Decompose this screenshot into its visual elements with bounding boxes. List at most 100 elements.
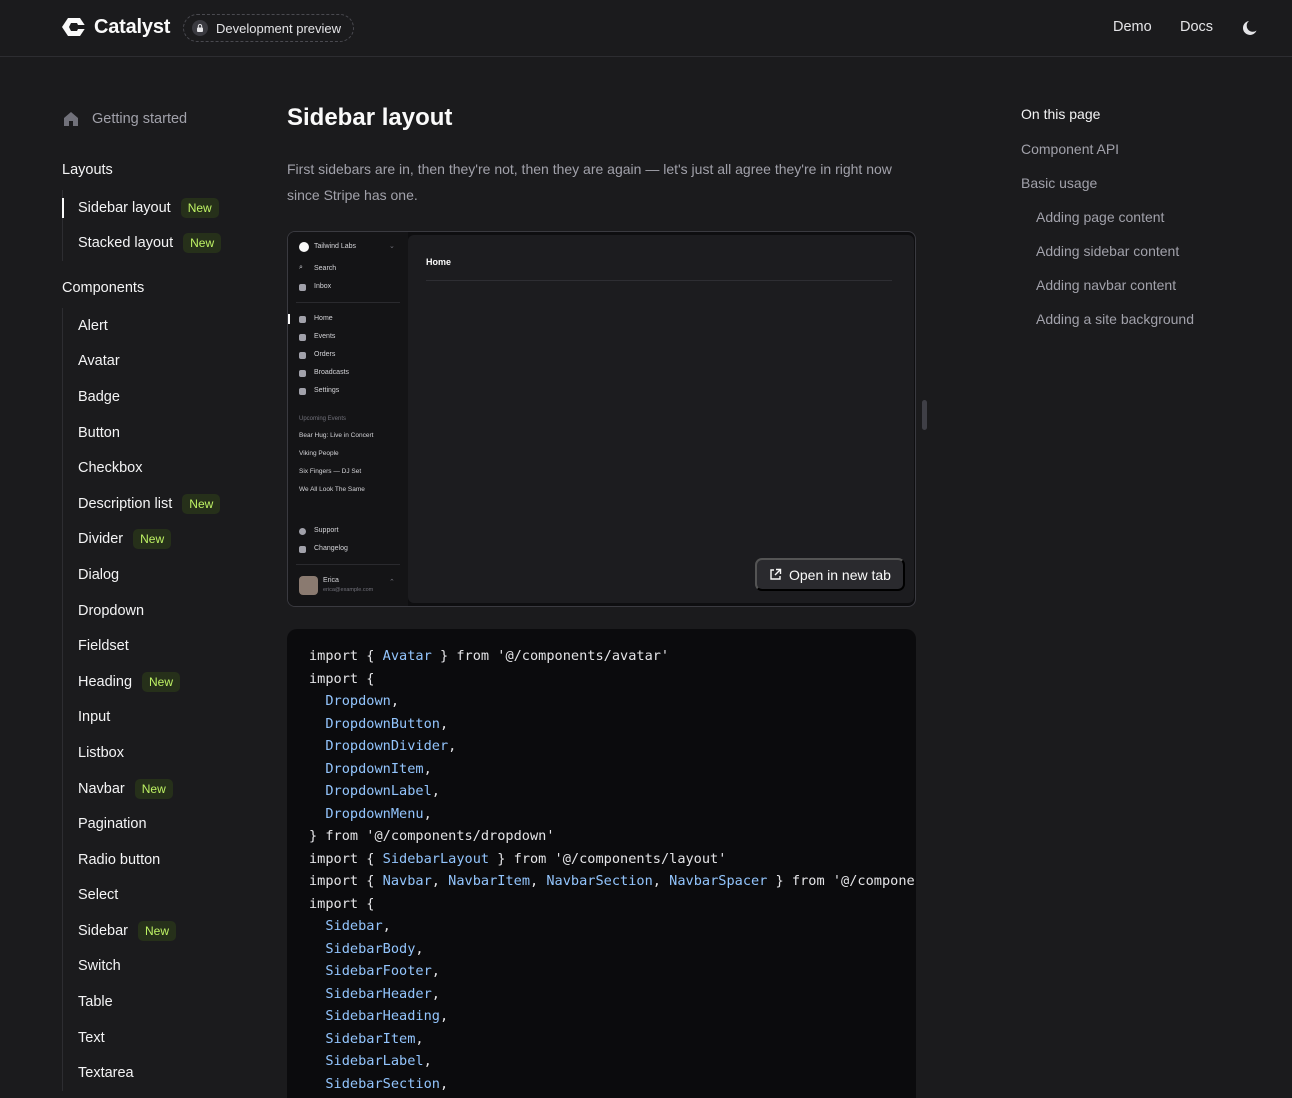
sidebar-item-badge[interactable]: Badge (63, 379, 220, 415)
code-line: import { (309, 671, 374, 687)
nav-link-docs[interactable]: Docs (1180, 19, 1213, 35)
preview-team-name: Tailwind Labs (314, 243, 357, 250)
nav-link-demo[interactable]: Demo (1113, 19, 1152, 35)
sidebar-item-heading[interactable]: Heading New (63, 664, 220, 700)
sidebar-item-stacked-layout[interactable]: Stacked layout New (63, 226, 222, 262)
sidebar-item-label: Pagination (78, 816, 147, 833)
sidebar-item-label: Table (78, 994, 113, 1011)
code-identifier: SidebarItem (325, 1030, 416, 1047)
sidebar-item-label: Fieldset (78, 638, 129, 655)
pill-label: Development preview (216, 20, 342, 36)
events-icon (299, 334, 306, 341)
toc-link[interactable]: Adding page content (1036, 209, 1164, 225)
sidebar-item-dialog[interactable]: Dialog (63, 557, 220, 593)
sidebar-item-label: Checkbox (78, 460, 143, 477)
sidebar-item-textarea[interactable]: Textarea (63, 1055, 220, 1091)
sidebar-item-text[interactable]: Text (63, 1020, 220, 1056)
sidebar-item-fieldset[interactable]: Fieldset (63, 628, 220, 664)
code-token: import { (309, 850, 383, 867)
sidebar-item-input[interactable]: Input (63, 700, 220, 736)
code-identifier: Sidebar (325, 918, 383, 934)
layouts-nav: Sidebar layout New Stacked layout New (61, 190, 222, 262)
resize-handle[interactable] (922, 400, 927, 430)
sidebar-item-label: Sidebar layout (78, 199, 171, 216)
support-icon (299, 528, 306, 535)
sidebar-item-divider[interactable]: Divider New (63, 522, 220, 558)
external-link-icon (770, 568, 782, 580)
toc-link[interactable]: Adding a site background (1036, 311, 1194, 327)
preview-user-email: erica@example.com (323, 587, 374, 593)
sidebar-item-description-list[interactable]: Description list New (63, 486, 221, 522)
chevron-down-icon: ⌄ (389, 243, 395, 250)
sidebar-item-sidebar[interactable]: Sidebar New (63, 913, 220, 949)
sidebar-item-label: Dialog (78, 566, 120, 583)
preview-upcoming-heading: Upcoming Events (299, 416, 347, 422)
home-icon (64, 112, 78, 126)
settings-icon (299, 388, 306, 395)
code-token: import { (309, 895, 375, 912)
brand-logo[interactable]: Catalyst (62, 15, 170, 39)
preview-nav-home: Home (314, 315, 333, 322)
code-token: import { (309, 670, 375, 687)
code-line: DropdownDivider, (309, 738, 456, 754)
sidebar-item-label: Switch (78, 958, 121, 975)
code-token: , (439, 1008, 449, 1024)
sidebar-item-label: Sidebar (78, 922, 128, 939)
toc-link[interactable]: Basic usage (1021, 175, 1097, 191)
code-token: , (448, 738, 457, 754)
sidebar-item-switch[interactable]: Switch (63, 949, 220, 985)
toc-link[interactable]: Adding navbar content (1036, 277, 1176, 293)
code-identifier: NavbarSpacer (669, 873, 768, 889)
sidebar-item-label: Radio button (78, 851, 161, 868)
sidebar-item-listbox[interactable]: Listbox (63, 735, 220, 771)
development-preview-pill: Development preview (183, 14, 355, 42)
code-token: import { (309, 648, 383, 664)
preview-event-3: Six Fingers — DJ Set (299, 468, 362, 475)
sidebar-item-checkbox[interactable]: Checkbox (63, 450, 220, 486)
sidebar-item-sidebar-layout[interactable]: Sidebar layout New (61, 190, 221, 226)
code-identifier: DropdownLabel (325, 783, 432, 799)
code-line: Dropdown, (309, 693, 399, 709)
code-identifier: SidebarHeader (325, 985, 432, 1002)
code-identifier: DropdownButton (325, 715, 440, 732)
code-token: } from '@/components/layout' (489, 850, 727, 867)
sidebar-item-label: Textarea (78, 1065, 134, 1082)
preview-event-1: Bear Hug: Live in Concert (299, 432, 374, 439)
preview-user-name: Erica (323, 577, 339, 584)
code-token: , (431, 783, 440, 799)
preview-support: Support (314, 527, 339, 534)
preview-page-heading: Home (426, 257, 452, 267)
toc-link[interactable]: Adding sidebar content (1036, 243, 1179, 259)
moon-icon[interactable] (1241, 18, 1261, 38)
preview-search: Search (314, 265, 337, 272)
preview-event-2: Viking People (299, 450, 339, 457)
page-lead: First sidebars are in, then they're not,… (287, 161, 892, 203)
sidebar-item-avatar[interactable]: Avatar (63, 344, 220, 380)
sidebar-item-radio-button[interactable]: Radio button (63, 842, 220, 878)
sidebar-item-navbar[interactable]: Navbar New (63, 771, 220, 807)
sidebar-item-dropdown[interactable]: Dropdown (63, 593, 220, 629)
sidebar-item-pagination[interactable]: Pagination (63, 806, 220, 842)
code-line: SidebarHeading, (309, 1008, 448, 1024)
sidebar-item-table[interactable]: Table (63, 984, 220, 1020)
sidebar-item-select[interactable]: Select (63, 878, 220, 914)
getting-started-link[interactable]: Getting started (62, 110, 187, 128)
code-token: } from '@/components/avatar' (431, 648, 670, 664)
sidebar-item-alert[interactable]: Alert (63, 308, 220, 344)
code-line: DropdownButton, (309, 716, 448, 732)
code-identifier: Navbar (382, 873, 432, 889)
code-line: import { Avatar } from '@/components/ava… (309, 648, 669, 664)
sidebar-item-button[interactable]: Button (63, 415, 220, 451)
code-token: , (431, 963, 440, 979)
code-line: } from '@/components/dropdown' (309, 828, 555, 844)
toc-link[interactable]: Component API (1021, 141, 1119, 157)
open-in-new-tab-button[interactable]: Open in new tab (755, 558, 905, 591)
code-token: , (652, 873, 670, 889)
